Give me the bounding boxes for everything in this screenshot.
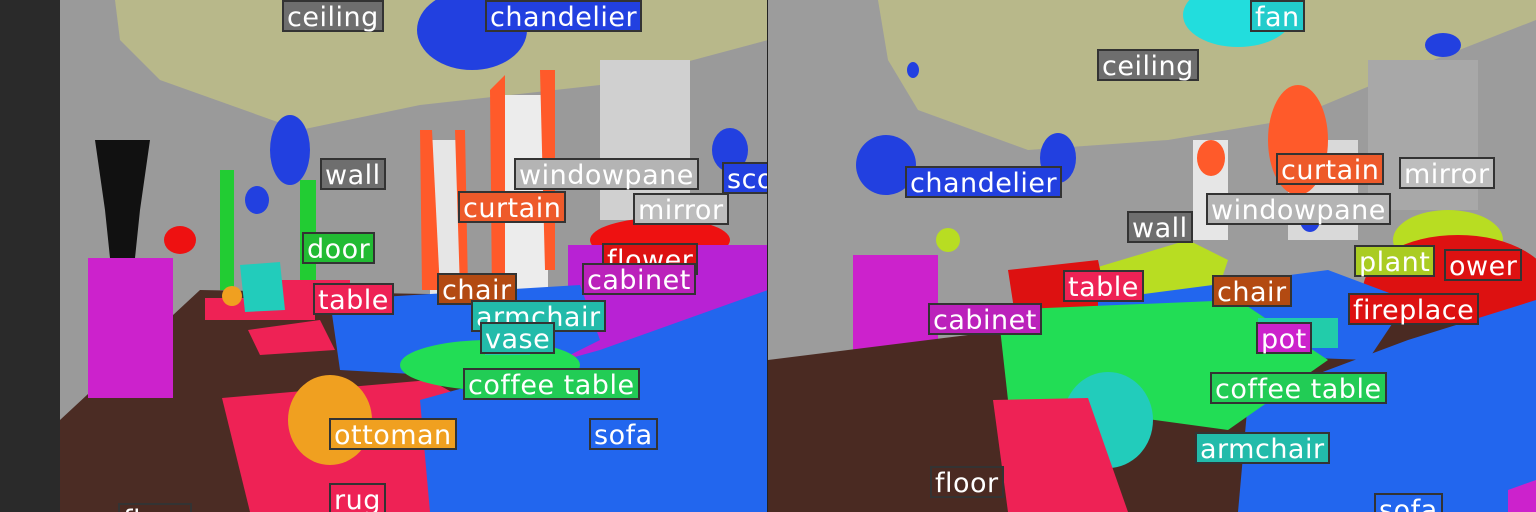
label-flower: ower [1444, 249, 1523, 282]
label-armchair: armchair [1195, 432, 1330, 465]
label-floor: floor [118, 503, 192, 512]
label-ceiling: ceiling [282, 0, 384, 33]
label-table: table [313, 283, 394, 316]
label-chandelier: chandelier [905, 166, 1063, 199]
label-windowpane: windowpane [1206, 193, 1391, 226]
label-wall: wall [320, 158, 386, 191]
label-ceiling: ceiling [1097, 49, 1199, 82]
label-door: door [302, 232, 376, 265]
label-mirror: mirror [633, 193, 729, 226]
label-cabinet: cabinet [928, 303, 1042, 336]
label-cabinet: cabinet [582, 263, 696, 296]
segmentation-view-left: ceiling chandelier wall windowpane sco c… [0, 0, 768, 512]
label-wall: wall [1127, 211, 1193, 244]
label-curtain: curtain [1276, 153, 1385, 186]
segmentation-view-right: fan ceiling chandelier curtain mirror wa… [768, 0, 1536, 512]
label-vase: vase [480, 322, 556, 355]
label-chair: chair [1212, 275, 1292, 308]
label-windowpane: windowpane [514, 158, 699, 191]
label-chandelier: chandelier [485, 0, 643, 33]
label-ottoman: ottoman [329, 418, 457, 451]
label-coffee-table: coffee table [1210, 372, 1387, 405]
label-sconce: sco [722, 162, 768, 195]
label-mirror: mirror [1399, 157, 1495, 190]
label-fireplace: fireplace [1348, 293, 1480, 326]
label-fan: fan [1250, 0, 1305, 33]
label-sofa: sofa [1374, 493, 1443, 512]
label-floor: floor [930, 466, 1004, 499]
label-plant: plant [1354, 245, 1436, 278]
label-coffee-table: coffee table [463, 368, 640, 401]
label-curtain: curtain [458, 191, 567, 224]
label-sofa: sofa [589, 418, 658, 451]
label-rug: rug [329, 483, 386, 512]
label-table: table [1063, 270, 1144, 303]
label-pot: pot [1256, 322, 1312, 355]
